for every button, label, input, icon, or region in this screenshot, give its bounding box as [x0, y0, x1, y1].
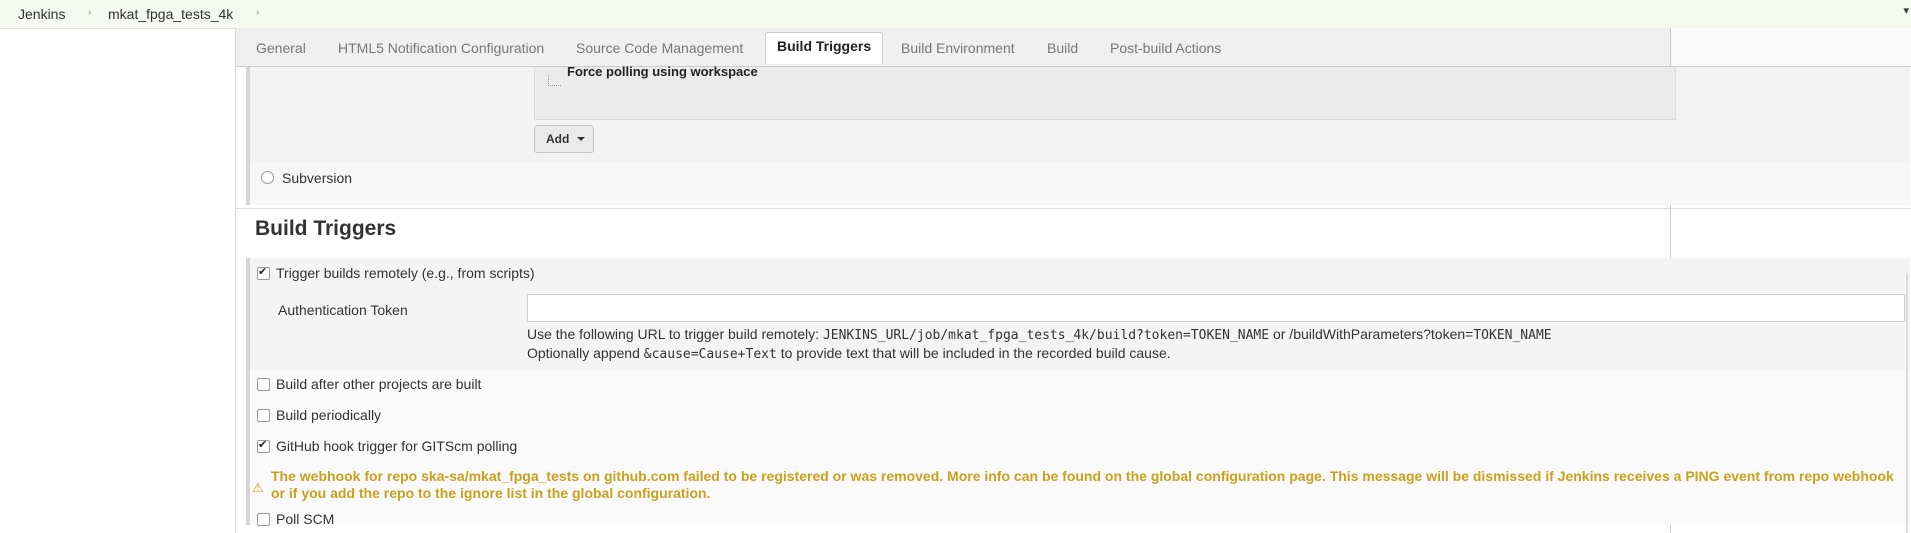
help-text: Optionally append	[527, 345, 644, 361]
scrollbar[interactable]	[1906, 273, 1908, 533]
poll-scm-label: Poll SCM	[276, 511, 335, 527]
scm-subversion-row: Subversion	[246, 163, 1910, 205]
token-name: TOKEN_NAME	[1473, 328, 1552, 343]
tab-build[interactable]: Build	[1047, 40, 1078, 56]
help-text: or /buildWithParameters?token=	[1269, 326, 1474, 342]
tabbar-right-panel	[1670, 28, 1911, 67]
webhook-warning: The webhook for repo ska-sa/mkat_fpga_te…	[271, 468, 1894, 501]
trigger-remotely-label: Trigger builds remotely (e.g., from scri…	[276, 265, 535, 281]
config-tabbar: General HTML5 Notification Configuration…	[236, 28, 1670, 67]
help-text: to provide text that will be included in…	[776, 345, 1171, 361]
build-periodically-label: Build periodically	[276, 407, 382, 423]
build-after-other-checkbox[interactable]	[257, 378, 270, 391]
help-text: Use the following URL to trigger build r…	[527, 326, 823, 342]
subversion-label: Subversion	[282, 170, 353, 186]
cause-param: &cause=Cause+Text	[643, 347, 777, 362]
force-polling-label: Force polling using workspace	[567, 64, 758, 79]
scm-git-section: Force polling using workspace Add	[246, 64, 1910, 163]
chevron-right-icon[interactable]: ›	[256, 7, 259, 18]
subversion-radio[interactable]	[261, 171, 274, 184]
breadcrumb-job[interactable]: mkat_fpga_tests_4k	[108, 6, 233, 22]
tab-html5-notification[interactable]: HTML5 Notification Configuration	[338, 40, 544, 56]
trigger-remotely-checkbox[interactable]	[257, 265, 270, 280]
section-title-build-triggers: Build Triggers	[255, 217, 397, 240]
drag-handle-icon[interactable]	[548, 75, 561, 86]
tab-source-code-management[interactable]: Source Code Management	[576, 40, 743, 56]
auth-token-label: Authentication Token	[278, 302, 408, 318]
auth-token-help-line2: Optionally append &cause=Cause+Text to p…	[527, 345, 1171, 362]
build-after-other-label: Build after other projects are built	[276, 376, 482, 392]
build-periodically-checkbox[interactable]	[257, 409, 270, 422]
add-button-label: Add	[546, 132, 570, 146]
poll-scm-checkbox[interactable]	[257, 513, 270, 526]
add-behaviour-button[interactable]: Add	[534, 125, 594, 153]
corner-arrow-icon: ▾	[1903, 5, 1909, 17]
trigger-url: JENKINS_URL/job/mkat_fpga_tests_4k/build…	[822, 328, 1270, 343]
tab-build-environment[interactable]: Build Environment	[901, 40, 1015, 56]
auth-token-help-line1: Use the following URL to trigger build r…	[527, 326, 1552, 343]
github-hook-checkbox[interactable]	[257, 438, 270, 453]
warning-icon: ⚠	[252, 480, 264, 495]
auth-token-input[interactable]	[527, 294, 1905, 322]
additional-behaviours-box: Force polling using workspace	[534, 64, 1676, 120]
caret-down-icon	[577, 137, 585, 141]
breadcrumb: Jenkins › mkat_fpga_tests_4k › ▾	[0, 0, 1911, 29]
tab-post-build-actions[interactable]: Post-build Actions	[1110, 40, 1221, 56]
tab-build-triggers[interactable]: Build Triggers	[765, 32, 884, 64]
breadcrumb-jenkins[interactable]: Jenkins	[18, 6, 65, 22]
github-hook-label: GitHub hook trigger for GITScm polling	[276, 438, 518, 454]
tab-general[interactable]: General	[256, 40, 306, 56]
chevron-right-icon[interactable]: ›	[88, 7, 91, 18]
config-form: General HTML5 Notification Configuration…	[236, 28, 1911, 533]
section-divider	[236, 208, 1911, 209]
